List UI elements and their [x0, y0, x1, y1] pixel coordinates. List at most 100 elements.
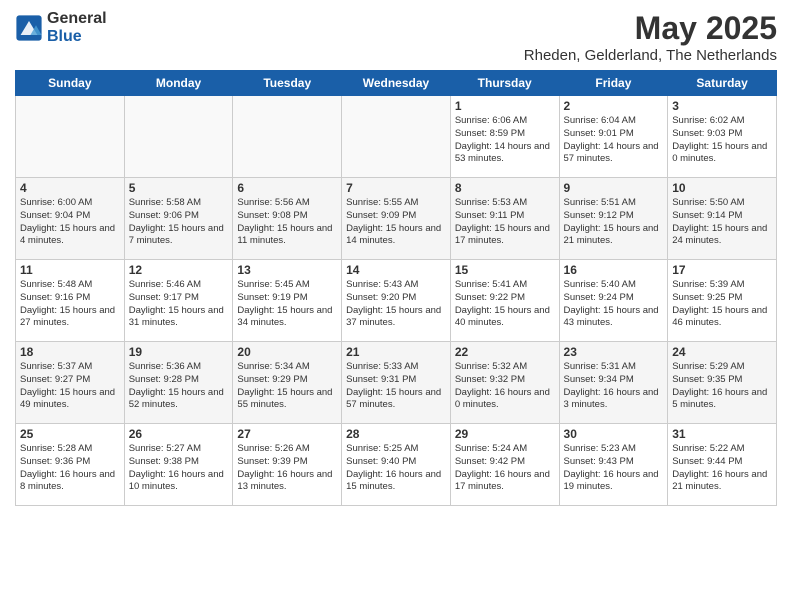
logo-text: General Blue: [47, 10, 107, 45]
calendar-cell: 31Sunrise: 5:22 AMSunset: 9:44 PMDayligh…: [668, 424, 777, 506]
day-info: Sunrise: 5:27 AMSunset: 9:38 PMDaylight:…: [129, 443, 229, 494]
day-number: 16: [564, 263, 664, 277]
calendar-cell: 17 Sunrise: 5:39 AMSunset: 9:25 PMDayligh…: [668, 260, 777, 342]
calendar-cell: 26 Sunrise: 5:27 AMSunset: 9:38 PMDayligh…: [124, 424, 233, 506]
day-info: Sunrise: 5:22 AMSunset: 9:44 PMDaylight:…: [672, 443, 772, 494]
day-number: 17: [672, 263, 772, 277]
day-number: 1: [455, 99, 555, 113]
day-header-tuesday: Tuesday: [233, 71, 342, 96]
day-info: Sunrise: 5:51 AMSunset: 9:12 PMDaylight:…: [564, 197, 664, 248]
calendar-cell: 28Sunrise: 5:25 AMSunset: 9:40 PMDayligh…: [342, 424, 451, 506]
calendar-cell: 29 Sunrise: 5:24 AMSunset: 9:42 PMDayligh…: [450, 424, 559, 506]
calendar-cell: 30 Sunrise: 5:23 AMSunset: 9:43 PMDayligh…: [559, 424, 668, 506]
calendar-cell: 27 Sunrise: 5:26 AMSunset: 9:39 PMDayligh…: [233, 424, 342, 506]
day-number: 12: [129, 263, 229, 277]
day-header-friday: Friday: [559, 71, 668, 96]
day-info: Sunrise: 6:02 AMSunset: 9:03 PMDaylight:…: [672, 115, 772, 166]
calendar-cell: 3 Sunrise: 6:02 AMSunset: 9:03 PMDaylight…: [668, 96, 777, 178]
day-info: Sunrise: 6:04 AMSunset: 9:01 PMDaylight:…: [564, 115, 664, 166]
calendar-cell: 11Sunrise: 5:48 AMSunset: 9:16 PMDayligh…: [16, 260, 125, 342]
day-info: Sunrise: 5:29 AMSunset: 9:35 PMDaylight:…: [672, 361, 772, 412]
day-number: 15: [455, 263, 555, 277]
day-info: Sunrise: 5:56 AMSunset: 9:08 PMDaylight:…: [237, 197, 337, 248]
calendar-cell: 23Sunrise: 5:31 AMSunset: 9:34 PMDayligh…: [559, 342, 668, 424]
calendar-cell: 19 Sunrise: 5:36 AMSunset: 9:28 PMDayligh…: [124, 342, 233, 424]
day-info: Sunrise: 5:39 AMSunset: 9:25 PMDaylight:…: [672, 279, 772, 330]
calendar-cell: 7 Sunrise: 5:55 AMSunset: 9:09 PMDaylight…: [342, 178, 451, 260]
day-info: Sunrise: 5:43 AMSunset: 9:20 PMDaylight:…: [346, 279, 446, 330]
calendar-cell: 9Sunrise: 5:51 AMSunset: 9:12 PMDaylight…: [559, 178, 668, 260]
day-number: 30: [564, 427, 664, 441]
day-info: Sunrise: 5:36 AMSunset: 9:28 PMDaylight:…: [129, 361, 229, 412]
calendar-week-row: 4Sunrise: 6:00 AMSunset: 9:04 PMDaylight…: [16, 178, 777, 260]
day-number: 20: [237, 345, 337, 359]
logo-general: General: [47, 10, 107, 28]
calendar-week-row: 11Sunrise: 5:48 AMSunset: 9:16 PMDayligh…: [16, 260, 777, 342]
calendar-cell: 14Sunrise: 5:43 AMSunset: 9:20 PMDayligh…: [342, 260, 451, 342]
day-info: Sunrise: 5:37 AMSunset: 9:27 PMDaylight:…: [20, 361, 120, 412]
day-number: 7: [346, 181, 446, 195]
day-info: Sunrise: 5:33 AMSunset: 9:31 PMDaylight:…: [346, 361, 446, 412]
calendar-cell: [16, 96, 125, 178]
day-number: 22: [455, 345, 555, 359]
calendar-cell: 10Sunrise: 5:50 AMSunset: 9:14 PMDayligh…: [668, 178, 777, 260]
day-info: Sunrise: 5:41 AMSunset: 9:22 PMDaylight:…: [455, 279, 555, 330]
calendar-cell: 20 Sunrise: 5:34 AMSunset: 9:29 PMDayligh…: [233, 342, 342, 424]
calendar-cell: 2 Sunrise: 6:04 AMSunset: 9:01 PMDaylight…: [559, 96, 668, 178]
day-number: 29: [455, 427, 555, 441]
day-header-saturday: Saturday: [668, 71, 777, 96]
day-info: Sunrise: 5:34 AMSunset: 9:29 PMDaylight:…: [237, 361, 337, 412]
calendar-cell: 25 Sunrise: 5:28 AMSunset: 9:36 PMDayligh…: [16, 424, 125, 506]
day-number: 28: [346, 427, 446, 441]
calendar-cell: 13 Sunrise: 5:45 AMSunset: 9:19 PMDayligh…: [233, 260, 342, 342]
day-number: 3: [672, 99, 772, 113]
day-number: 25: [20, 427, 120, 441]
calendar-cell: 15 Sunrise: 5:41 AMSunset: 9:22 PMDayligh…: [450, 260, 559, 342]
day-info: Sunrise: 5:24 AMSunset: 9:42 PMDaylight:…: [455, 443, 555, 494]
day-info: Sunrise: 5:50 AMSunset: 9:14 PMDaylight:…: [672, 197, 772, 248]
day-info: Sunrise: 5:58 AMSunset: 9:06 PMDaylight:…: [129, 197, 229, 248]
day-number: 8: [455, 181, 555, 195]
logo: General Blue: [15, 10, 107, 45]
day-info: Sunrise: 5:46 AMSunset: 9:17 PMDaylight:…: [129, 279, 229, 330]
title-section: May 2025 Rheden, Gelderland, The Netherl…: [524, 10, 777, 64]
day-info: Sunrise: 5:23 AMSunset: 9:43 PMDaylight:…: [564, 443, 664, 494]
calendar-cell: 21Sunrise: 5:33 AMSunset: 9:31 PMDayligh…: [342, 342, 451, 424]
day-number: 5: [129, 181, 229, 195]
day-header-sunday: Sunday: [16, 71, 125, 96]
day-info: Sunrise: 5:45 AMSunset: 9:19 PMDaylight:…: [237, 279, 337, 330]
calendar-cell: 22 Sunrise: 5:32 AMSunset: 9:32 PMDayligh…: [450, 342, 559, 424]
day-header-wednesday: Wednesday: [342, 71, 451, 96]
day-info: Sunrise: 5:31 AMSunset: 9:34 PMDaylight:…: [564, 361, 664, 412]
day-info: Sunrise: 5:28 AMSunset: 9:36 PMDaylight:…: [20, 443, 120, 494]
calendar-cell: 8 Sunrise: 5:53 AMSunset: 9:11 PMDaylight…: [450, 178, 559, 260]
logo-blue: Blue: [47, 28, 107, 46]
calendar-header-row: SundayMondayTuesdayWednesdayThursdayFrid…: [16, 71, 777, 96]
calendar-cell: 4Sunrise: 6:00 AMSunset: 9:04 PMDaylight…: [16, 178, 125, 260]
day-info: Sunrise: 5:32 AMSunset: 9:32 PMDaylight:…: [455, 361, 555, 412]
day-info: Sunrise: 6:00 AMSunset: 9:04 PMDaylight:…: [20, 197, 120, 248]
calendar-cell: 16 Sunrise: 5:40 AMSunset: 9:24 PMDayligh…: [559, 260, 668, 342]
day-number: 19: [129, 345, 229, 359]
calendar-cell: [342, 96, 451, 178]
day-info: Sunrise: 5:48 AMSunset: 9:16 PMDaylight:…: [20, 279, 120, 330]
day-header-monday: Monday: [124, 71, 233, 96]
day-info: Sunrise: 5:55 AMSunset: 9:09 PMDaylight:…: [346, 197, 446, 248]
day-number: 26: [129, 427, 229, 441]
day-info: Sunrise: 5:40 AMSunset: 9:24 PMDaylight:…: [564, 279, 664, 330]
day-number: 18: [20, 345, 120, 359]
calendar: SundayMondayTuesdayWednesdayThursdayFrid…: [15, 70, 777, 506]
calendar-cell: 12 Sunrise: 5:46 AMSunset: 9:17 PMDayligh…: [124, 260, 233, 342]
header: General Blue May 2025 Rheden, Gelderland…: [15, 10, 777, 64]
calendar-week-row: 18 Sunrise: 5:37 AMSunset: 9:27 PMDayligh…: [16, 342, 777, 424]
calendar-cell: 24Sunrise: 5:29 AMSunset: 9:35 PMDayligh…: [668, 342, 777, 424]
day-info: Sunrise: 5:53 AMSunset: 9:11 PMDaylight:…: [455, 197, 555, 248]
day-number: 13: [237, 263, 337, 277]
calendar-cell: 6Sunrise: 5:56 AMSunset: 9:08 PMDaylight…: [233, 178, 342, 260]
day-info: Sunrise: 5:26 AMSunset: 9:39 PMDaylight:…: [237, 443, 337, 494]
calendar-cell: [124, 96, 233, 178]
day-number: 27: [237, 427, 337, 441]
month-title: May 2025: [524, 10, 777, 47]
calendar-cell: 5 Sunrise: 5:58 AMSunset: 9:06 PMDaylight…: [124, 178, 233, 260]
day-number: 2: [564, 99, 664, 113]
